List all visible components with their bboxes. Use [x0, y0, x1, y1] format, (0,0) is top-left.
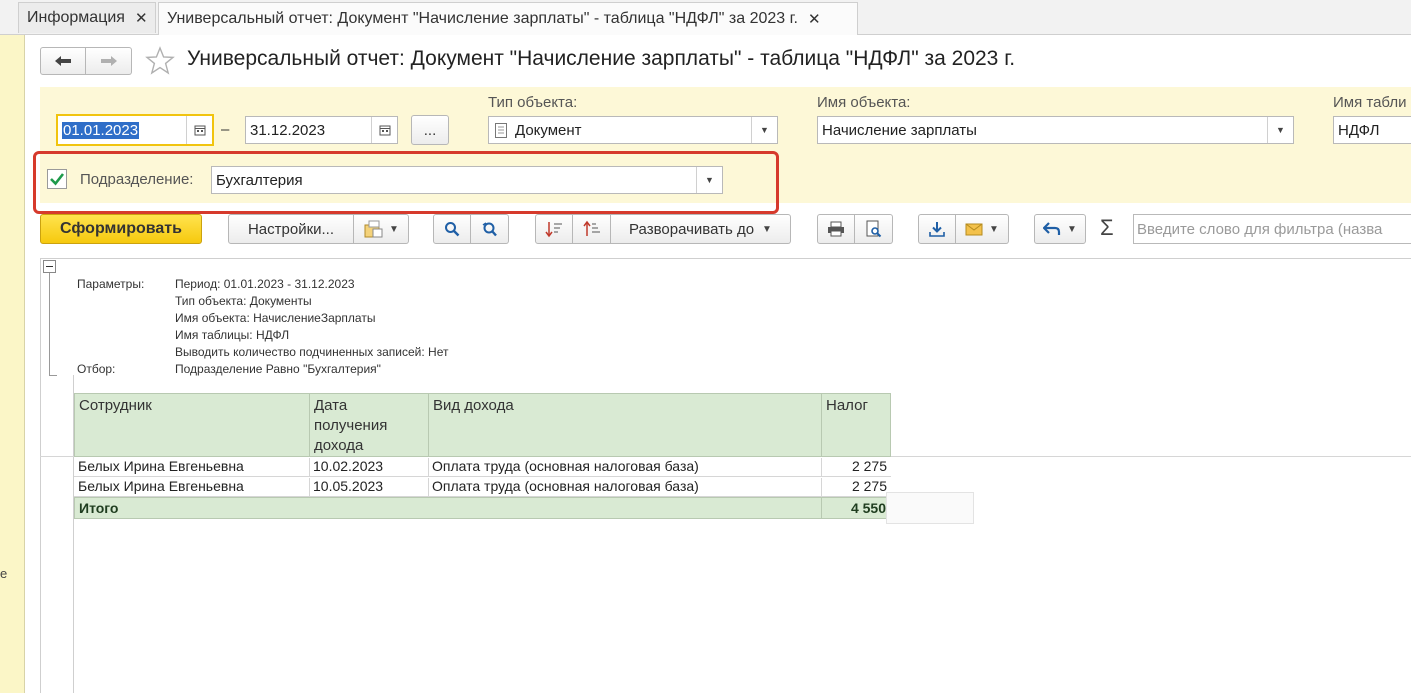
- cell-income-type: Оплата труда (основная налоговая база): [428, 478, 822, 497]
- tab-universal-report[interactable]: Универсальный отчет: Документ "Начислени…: [158, 2, 858, 35]
- search-button[interactable]: [433, 214, 471, 244]
- date-from-value: 01.01.2023: [62, 121, 140, 139]
- cell-employee: Белых Ирина Евгеньевна: [74, 478, 310, 497]
- print-icon: [828, 221, 844, 237]
- save-file-button[interactable]: [918, 214, 956, 244]
- filter-label: Отбор:: [77, 362, 116, 376]
- cell-tax: 2 275: [851, 458, 887, 474]
- tab-label: Информация: [27, 9, 125, 26]
- return-icon: [1043, 222, 1061, 235]
- calendar-icon[interactable]: [186, 116, 212, 144]
- print-button[interactable]: [817, 214, 855, 244]
- date-separator: –: [221, 121, 230, 138]
- total-label: Итого: [79, 500, 119, 516]
- date-to-value: 31.12.2023: [250, 121, 326, 139]
- forward-button[interactable]: [86, 47, 132, 75]
- chevron-down-icon[interactable]: ▼: [751, 117, 777, 143]
- param-line: Период: 01.01.2023 - 31.12.2023: [175, 277, 355, 291]
- expand-to-button[interactable]: Разворачивать до ▼: [611, 214, 791, 244]
- column-header-date: Дата получения дохода: [309, 393, 429, 457]
- settings-button[interactable]: Настройки...: [228, 214, 354, 244]
- sort-desc-icon: [545, 222, 562, 238]
- table-name-label: Имя табли: [1333, 94, 1407, 111]
- column-header-income-type: Вид дохода: [428, 393, 822, 457]
- param-line: Тип объекта: Документы: [175, 294, 312, 308]
- back-arrow-icon: [55, 56, 71, 66]
- variant-settings-icon: [364, 220, 383, 238]
- tab-information[interactable]: Информация ✕: [18, 2, 156, 33]
- send-mail-button[interactable]: ▼: [956, 214, 1009, 244]
- cell-date: 10.05.2023: [309, 478, 429, 497]
- highlight-frame: [33, 151, 779, 214]
- search-icon: [445, 222, 460, 237]
- filter-value: Подразделение Равно "Бухгалтерия": [175, 362, 381, 376]
- cell-income-type: Оплата труда (основная налоговая база): [428, 458, 822, 477]
- table-row[interactable]: Белых Ирина Евгеньевна 10.05.2023 Оплата…: [74, 477, 891, 497]
- print-preview-button[interactable]: [855, 214, 893, 244]
- object-type-field[interactable]: Документ ▼: [488, 116, 778, 144]
- filter-search-input[interactable]: Введите слово для фильтра (назва: [1133, 214, 1411, 244]
- sort-desc-button[interactable]: [535, 214, 573, 244]
- search-next-button[interactable]: [471, 214, 509, 244]
- sum-icon[interactable]: Σ: [1100, 215, 1114, 241]
- group-line-end: [49, 375, 57, 376]
- mail-icon: [965, 223, 983, 235]
- object-name-value: Начисление зарплаты: [822, 121, 977, 139]
- table-name-value: НДФЛ: [1338, 121, 1380, 139]
- object-type-value: Документ: [515, 121, 582, 139]
- param-line: Имя объекта: НачислениеЗарплаты: [175, 311, 376, 325]
- document-icon: [495, 123, 507, 142]
- generate-button[interactable]: Сформировать: [40, 214, 202, 244]
- search-refresh-icon: [482, 222, 497, 237]
- left-panel-text: е: [0, 566, 8, 581]
- report-variants-button[interactable]: ▼: [354, 214, 409, 244]
- param-line: Имя таблицы: НДФЛ: [175, 328, 290, 342]
- tab-bar: Информация ✕ Универсальный отчет: Докуме…: [0, 0, 1411, 35]
- total-row: Итого 4 550: [74, 497, 891, 519]
- back-button[interactable]: [40, 47, 86, 75]
- calendar-icon[interactable]: [371, 117, 397, 143]
- download-icon: [929, 222, 945, 237]
- return-button[interactable]: ▼: [1034, 214, 1086, 244]
- cell-date: 10.02.2023: [309, 458, 429, 477]
- forward-arrow-icon: [100, 56, 117, 66]
- table-row[interactable]: Белых Ирина Евгеньевна 10.02.2023 Оплата…: [74, 457, 891, 477]
- object-name-field[interactable]: Начисление зарплаты ▼: [817, 116, 1294, 144]
- group-line: [49, 273, 50, 375]
- table-name-field[interactable]: НДФЛ: [1333, 116, 1411, 144]
- cell-employee: Белых Ирина Евгеньевна: [74, 458, 310, 477]
- collapse-icon[interactable]: [43, 260, 56, 273]
- close-icon[interactable]: ✕: [135, 9, 148, 27]
- total-value: 4 550: [850, 500, 886, 516]
- column-header-employee: Сотрудник: [74, 393, 310, 457]
- object-name-label: Имя объекта:: [817, 94, 911, 111]
- param-line: Выводить количество подчиненных записей:…: [175, 345, 449, 359]
- print-preview-icon: [866, 220, 881, 238]
- column-header-tax: Налог: [821, 393, 891, 457]
- period-select-button[interactable]: ...: [411, 115, 449, 145]
- favorite-star-icon[interactable]: [144, 45, 176, 82]
- object-type-label: Тип объекта:: [488, 94, 578, 111]
- tab-label: Универсальный отчет: Документ "Начислени…: [167, 10, 798, 27]
- close-icon[interactable]: ✕: [808, 10, 821, 28]
- expand-to-label: Разворачивать до: [629, 220, 755, 238]
- column-header-date-line: дохода: [314, 437, 364, 454]
- column-header-date-line: получения: [314, 417, 388, 434]
- sort-asc-icon: [582, 220, 600, 236]
- chevron-down-icon[interactable]: ▼: [1267, 117, 1293, 143]
- date-from-field[interactable]: 01.01.2023: [56, 114, 214, 146]
- left-panel-strip: е: [0, 35, 25, 693]
- selected-cell[interactable]: [886, 492, 974, 524]
- page-title: Универсальный отчет: Документ "Начислени…: [187, 47, 1016, 70]
- date-to-field[interactable]: 31.12.2023: [245, 116, 398, 144]
- cell-tax: 2 275: [851, 478, 887, 494]
- column-header-date-line: Дата: [314, 397, 348, 414]
- sort-asc-button[interactable]: [573, 214, 611, 244]
- params-label: Параметры:: [77, 277, 145, 291]
